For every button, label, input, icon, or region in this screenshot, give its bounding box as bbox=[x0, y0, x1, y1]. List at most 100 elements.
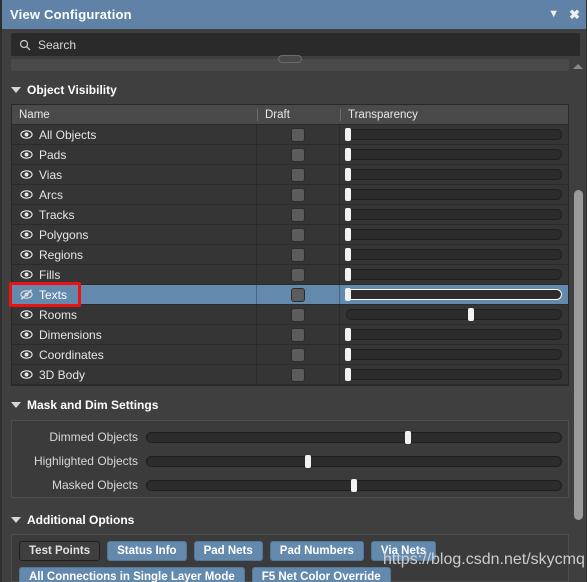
transparency-slider[interactable] bbox=[345, 368, 562, 381]
option-button[interactable]: Pad Numbers bbox=[269, 541, 364, 561]
eye-visible-icon[interactable] bbox=[20, 268, 33, 281]
mask-dim-slider[interactable] bbox=[146, 454, 562, 468]
cell-draft[interactable] bbox=[257, 165, 340, 184]
cell-name[interactable]: Fills bbox=[12, 265, 257, 284]
cell-name[interactable]: Texts bbox=[12, 285, 257, 304]
column-header-transparency[interactable]: Transparency bbox=[340, 108, 568, 121]
option-button[interactable]: Via Nets bbox=[370, 541, 437, 561]
scroll-up-arrow-icon[interactable] bbox=[573, 64, 583, 69]
section-header-object-visibility[interactable]: Object Visibility bbox=[11, 83, 117, 97]
eye-visible-icon[interactable] bbox=[20, 148, 33, 161]
cell-draft[interactable] bbox=[257, 265, 340, 284]
transparency-slider[interactable] bbox=[345, 208, 562, 221]
slider-thumb[interactable] bbox=[345, 368, 352, 381]
option-button[interactable]: All Connections in Single Layer Mode bbox=[19, 567, 245, 582]
cell-name[interactable]: Dimensions bbox=[12, 325, 257, 344]
cell-draft[interactable] bbox=[257, 145, 340, 164]
cell-transparency[interactable] bbox=[340, 245, 568, 264]
draft-checkbox[interactable] bbox=[291, 207, 305, 222]
cell-transparency[interactable] bbox=[340, 345, 568, 364]
transparency-slider[interactable] bbox=[345, 348, 562, 361]
slider-thumb[interactable] bbox=[345, 268, 352, 281]
transparency-slider[interactable] bbox=[345, 248, 562, 261]
draft-checkbox[interactable] bbox=[291, 327, 305, 342]
cell-name[interactable]: Tracks bbox=[12, 205, 257, 224]
draft-checkbox[interactable] bbox=[291, 267, 305, 282]
slider-thumb[interactable] bbox=[345, 328, 352, 341]
cell-draft[interactable] bbox=[257, 125, 340, 144]
table-row[interactable]: Polygons bbox=[12, 225, 568, 245]
eye-hidden-icon[interactable] bbox=[20, 288, 33, 301]
eye-visible-icon[interactable] bbox=[20, 348, 33, 361]
chevron-down-icon[interactable]: ▼ bbox=[548, 9, 559, 20]
table-row[interactable]: Coordinates bbox=[12, 345, 568, 365]
cell-name[interactable]: Pads bbox=[12, 145, 257, 164]
search-input[interactable]: Search bbox=[11, 33, 580, 56]
eye-visible-icon[interactable] bbox=[20, 328, 33, 341]
cell-draft[interactable] bbox=[257, 285, 340, 304]
draft-checkbox[interactable] bbox=[291, 147, 305, 162]
cell-transparency[interactable] bbox=[340, 285, 568, 304]
draft-checkbox[interactable] bbox=[291, 367, 305, 382]
cell-transparency[interactable] bbox=[340, 365, 568, 384]
slider-thumb[interactable] bbox=[405, 430, 412, 444]
table-row[interactable]: Tracks bbox=[12, 205, 568, 225]
eye-visible-icon[interactable] bbox=[20, 188, 33, 201]
transparency-slider[interactable] bbox=[345, 268, 562, 281]
mask-dim-slider[interactable] bbox=[146, 478, 562, 492]
draft-checkbox[interactable] bbox=[291, 307, 305, 322]
cell-name[interactable]: Polygons bbox=[12, 225, 257, 244]
cell-draft[interactable] bbox=[257, 225, 340, 244]
draft-checkbox[interactable] bbox=[291, 227, 305, 242]
cell-draft[interactable] bbox=[257, 305, 340, 324]
eye-visible-icon[interactable] bbox=[20, 248, 33, 261]
option-button[interactable]: Status Info bbox=[107, 541, 187, 561]
table-row[interactable]: Arcs bbox=[12, 185, 568, 205]
table-row[interactable]: Fills bbox=[12, 265, 568, 285]
transparency-slider[interactable] bbox=[345, 328, 562, 341]
table-row[interactable]: Dimensions bbox=[12, 325, 568, 345]
cell-transparency[interactable] bbox=[340, 125, 568, 144]
option-button[interactable]: Test Points bbox=[19, 541, 101, 561]
eye-visible-icon[interactable] bbox=[20, 368, 33, 381]
column-header-draft[interactable]: Draft bbox=[257, 108, 340, 121]
cell-transparency[interactable] bbox=[340, 225, 568, 244]
slider-thumb[interactable] bbox=[345, 288, 352, 301]
close-icon[interactable]: ✖ bbox=[569, 8, 580, 21]
transparency-slider[interactable] bbox=[345, 148, 562, 161]
cell-transparency[interactable] bbox=[340, 305, 568, 324]
cell-draft[interactable] bbox=[257, 365, 340, 384]
cell-transparency[interactable] bbox=[340, 325, 568, 344]
cell-name[interactable]: Rooms bbox=[12, 305, 257, 324]
transparency-slider[interactable] bbox=[345, 128, 562, 141]
cell-draft[interactable] bbox=[257, 205, 340, 224]
eye-visible-icon[interactable] bbox=[20, 168, 33, 181]
table-row[interactable]: Regions bbox=[12, 245, 568, 265]
collapse-triangle-icon[interactable] bbox=[11, 87, 21, 93]
slider-thumb[interactable] bbox=[345, 228, 352, 241]
draft-checkbox[interactable] bbox=[291, 127, 305, 142]
slider-thumb[interactable] bbox=[351, 478, 357, 492]
draft-checkbox[interactable] bbox=[291, 167, 305, 182]
cell-name[interactable]: Vias bbox=[12, 165, 257, 184]
cell-draft[interactable] bbox=[257, 245, 340, 264]
draft-checkbox[interactable] bbox=[291, 347, 305, 362]
slider-thumb[interactable] bbox=[345, 148, 352, 161]
collapse-triangle-icon[interactable] bbox=[11, 517, 21, 523]
cell-transparency[interactable] bbox=[340, 205, 568, 224]
cell-transparency[interactable] bbox=[340, 185, 568, 204]
cell-draft[interactable] bbox=[257, 345, 340, 364]
slider-thumb[interactable] bbox=[345, 188, 352, 201]
slider-thumb[interactable] bbox=[345, 248, 352, 261]
column-header-name[interactable]: Name bbox=[12, 109, 257, 121]
eye-visible-icon[interactable] bbox=[20, 128, 33, 141]
collapse-triangle-icon[interactable] bbox=[11, 402, 21, 408]
transparency-slider[interactable] bbox=[345, 288, 562, 301]
slider-thumb[interactable] bbox=[305, 454, 312, 468]
cell-name[interactable]: Coordinates bbox=[12, 345, 257, 364]
splitter-grip-icon[interactable] bbox=[278, 55, 302, 63]
mask-dim-slider[interactable] bbox=[146, 430, 562, 444]
cell-draft[interactable] bbox=[257, 185, 340, 204]
transparency-slider[interactable] bbox=[345, 228, 562, 241]
table-row[interactable]: All Objects bbox=[12, 125, 568, 145]
